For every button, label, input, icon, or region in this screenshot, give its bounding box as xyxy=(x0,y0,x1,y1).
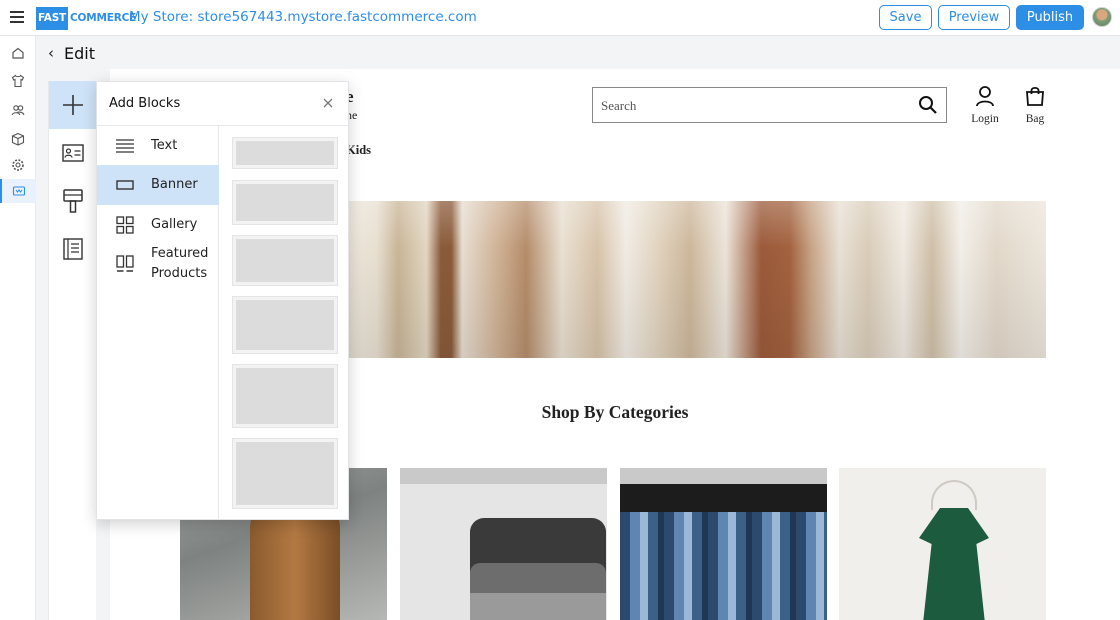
panel-rail xyxy=(48,81,97,620)
panel-title: Add Blocks xyxy=(109,96,181,111)
block-thumbnail[interactable] xyxy=(232,137,338,169)
avatar[interactable] xyxy=(1092,7,1112,27)
box-icon[interactable] xyxy=(0,127,36,151)
search-icon[interactable] xyxy=(918,95,938,120)
blocks-icon[interactable] xyxy=(0,179,36,203)
bag-icon xyxy=(1026,86,1044,106)
add-blocks-panel: Add Blocks Text Banner Gallery Featured … xyxy=(96,81,349,520)
panel-header: Add Blocks xyxy=(97,82,348,126)
block-label: Gallery xyxy=(151,217,198,232)
close-icon[interactable] xyxy=(321,96,335,110)
gear-icon[interactable] xyxy=(0,153,36,177)
search-box[interactable] xyxy=(592,87,947,123)
edit-header: ‹ Edit xyxy=(48,43,95,63)
login-label: Login xyxy=(971,113,999,125)
block-item-featured-products[interactable]: Featured Products xyxy=(97,244,219,284)
hero-banner-image[interactable] xyxy=(334,201,1046,358)
plus-icon xyxy=(63,95,83,115)
block-thumbnail[interactable] xyxy=(232,438,338,509)
page-title: Edit xyxy=(64,43,95,63)
preview-button[interactable]: Preview xyxy=(938,5,1010,30)
category-image-jeans[interactable] xyxy=(620,468,827,620)
block-label: Featured Products xyxy=(151,246,209,281)
user-icon xyxy=(976,86,994,107)
category-image-dress[interactable] xyxy=(839,468,1046,620)
search-input[interactable] xyxy=(601,96,901,116)
logo[interactable]: FAST COMMERCE xyxy=(36,7,138,30)
store-url-label[interactable]: My Store: store567443.mystore.fastcommer… xyxy=(129,9,477,25)
bag-label: Bag xyxy=(1025,113,1045,125)
login-link[interactable]: Login xyxy=(965,85,1005,125)
block-label: Text xyxy=(151,138,178,153)
block-list: Text Banner Gallery Featured Products xyxy=(97,126,219,520)
users-icon[interactable] xyxy=(0,98,36,122)
block-thumbnail[interactable] xyxy=(232,235,338,286)
shirt-icon[interactable] xyxy=(0,69,36,93)
logo-part-1: FAST xyxy=(36,7,69,30)
block-thumbnail[interactable] xyxy=(232,180,338,225)
contact-card-icon[interactable] xyxy=(49,129,97,177)
top-bar: FAST COMMERCE My Store: store567443.mysto… xyxy=(0,0,1120,36)
text-lines-icon xyxy=(115,136,135,156)
publish-button[interactable]: Publish xyxy=(1016,5,1084,30)
nav-link-kids[interactable]: Kids xyxy=(346,143,371,158)
block-item-gallery[interactable]: Gallery xyxy=(97,205,219,245)
home-icon[interactable] xyxy=(0,41,36,65)
add-block-button[interactable] xyxy=(49,81,97,129)
page-layout-icon[interactable] xyxy=(49,225,97,273)
bag-link[interactable]: Bag xyxy=(1015,85,1055,125)
category-image-tops[interactable] xyxy=(400,468,607,620)
left-rail xyxy=(0,36,36,620)
block-item-text[interactable]: Text xyxy=(97,126,219,166)
featured-products-icon xyxy=(115,254,135,274)
block-item-banner[interactable]: Banner xyxy=(97,165,219,205)
block-label: Banner xyxy=(151,177,198,192)
paint-roller-icon[interactable] xyxy=(49,177,97,225)
menu-icon[interactable] xyxy=(10,11,24,23)
logo-part-2: COMMERCE xyxy=(70,12,137,24)
block-thumbnail[interactable] xyxy=(232,364,338,428)
gallery-icon xyxy=(115,215,135,235)
save-button[interactable]: Save xyxy=(879,5,932,30)
block-thumbnail[interactable] xyxy=(232,296,338,354)
back-icon[interactable]: ‹ xyxy=(48,44,54,62)
banner-icon xyxy=(115,175,135,195)
